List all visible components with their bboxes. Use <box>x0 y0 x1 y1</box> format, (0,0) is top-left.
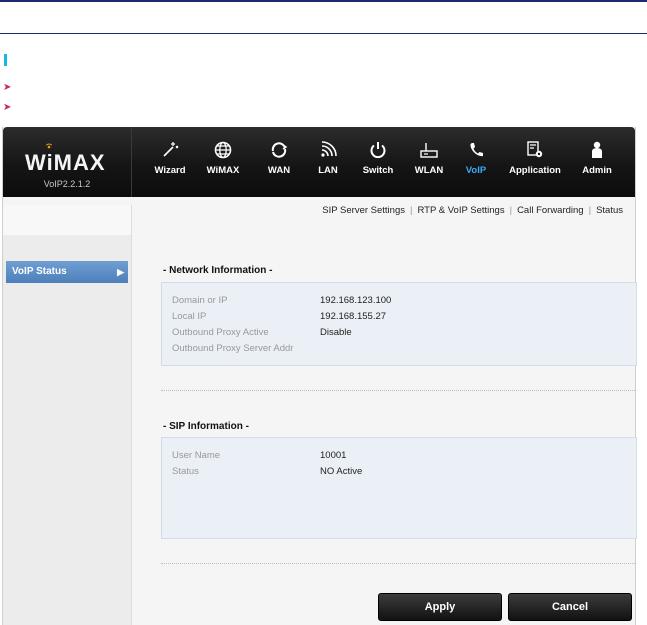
wan-icon <box>271 142 288 158</box>
header-bar: WiMAX VoIP2.2.1.2 Wizard WiMAX WAN LAN S… <box>3 127 635 197</box>
nav-label: Switch <box>362 165 394 176</box>
section-marker <box>4 54 7 66</box>
wizard-icon <box>163 142 179 157</box>
nav-item-application[interactable]: Application <box>507 141 563 189</box>
nav-label: Wizard <box>154 165 186 176</box>
subnav-rtp-voip-settings[interactable]: RTP & VoIP Settings <box>417 205 504 216</box>
bullet-arrow-icon: ➤ <box>3 102 12 113</box>
globe-icon <box>214 141 232 159</box>
domain-ip-value: 192.168.123.100 <box>320 295 392 306</box>
nav-label: VoIP <box>465 165 487 176</box>
network-info-panel: Domain or IP 192.168.123.100 Local IP 19… <box>161 282 637 366</box>
nav-label: WLAN <box>414 165 444 176</box>
divider <box>161 390 635 391</box>
router-icon <box>420 143 438 158</box>
top-rule <box>0 0 647 2</box>
local-ip-value: 192.168.155.27 <box>320 311 387 322</box>
chevron-right-icon: ▶ <box>117 267 124 277</box>
power-icon <box>370 142 386 159</box>
subnav-status[interactable]: Status <box>596 205 623 216</box>
phone-icon <box>470 143 483 157</box>
outbound-proxy-active-value: Disable <box>320 327 352 338</box>
sidebar-item-label: VoIP Status <box>12 266 67 277</box>
nav-item-lan[interactable]: LAN <box>313 141 343 189</box>
nav-label: Admin <box>582 165 612 176</box>
nav-item-wizard[interactable]: Wizard <box>151 141 189 189</box>
logo-area: WiMAX VoIP2.2.1.2 <box>3 127 132 197</box>
title-rule <box>0 33 647 34</box>
wifi-logo-icon <box>45 143 53 149</box>
nav-label: WAN <box>267 165 291 176</box>
logo: WiMAX <box>25 150 106 175</box>
person-icon <box>592 141 602 158</box>
nav-item-admin[interactable]: Admin <box>579 141 615 189</box>
firmware-version: VoIP2.2.1.2 <box>43 179 91 189</box>
signal-icon <box>321 141 337 157</box>
user-name-value: 10001 <box>320 450 347 461</box>
nav-item-switch[interactable]: Switch <box>359 141 397 189</box>
apply-button[interactable]: Apply <box>378 593 502 621</box>
network-info-title: - Network Information - <box>163 265 273 276</box>
cancel-button[interactable]: Cancel <box>508 593 632 621</box>
subnav-separator: | <box>509 205 513 216</box>
sidebar: VoIP Status ▶ <box>3 205 132 625</box>
nav-item-wlan[interactable]: WLAN <box>411 141 447 189</box>
main-nav: Wizard WiMAX WAN LAN Switch WLAN VoIP Ap… <box>143 127 633 197</box>
field-label: Outbound Proxy Server Addr <box>172 343 294 354</box>
field-label: Domain or IP <box>172 295 228 306</box>
divider <box>161 563 635 564</box>
subnav-sip-server-settings[interactable]: SIP Server Settings <box>322 205 405 216</box>
sip-status-value: NO Active <box>320 466 363 477</box>
subnav-separator: | <box>409 205 413 216</box>
sidebar-item-voip-status[interactable]: VoIP Status ▶ <box>6 261 128 283</box>
nav-item-wimax[interactable]: WiMAX <box>201 141 245 189</box>
field-label: Status <box>172 466 199 477</box>
subnav-separator: | <box>588 205 592 216</box>
router-admin-frame: WiMAX VoIP2.2.1.2 Wizard WiMAX WAN LAN S… <box>2 127 637 625</box>
field-label: Outbound Proxy Active <box>172 327 269 338</box>
bullet-arrow-icon: ➤ <box>3 82 12 93</box>
field-label: User Name <box>172 450 221 461</box>
sub-navigation: SIP Server Settings | RTP & VoIP Settings |… <box>322 205 623 216</box>
nav-label: Application <box>509 165 561 176</box>
sip-info-panel: User Name 10001 Status NO Active <box>161 437 637 539</box>
gear-doc-icon <box>527 141 543 158</box>
sidebar-header <box>3 205 131 235</box>
sip-info-title: - SIP Information - <box>163 421 249 432</box>
nav-item-voip[interactable]: VoIP <box>461 141 491 189</box>
subnav-call-forwarding[interactable]: Call Forwarding <box>517 205 584 216</box>
field-label: Local IP <box>172 311 207 322</box>
nav-item-wan[interactable]: WAN <box>261 141 297 189</box>
nav-label: WiMAX <box>206 165 240 176</box>
nav-label: LAN <box>318 165 338 176</box>
